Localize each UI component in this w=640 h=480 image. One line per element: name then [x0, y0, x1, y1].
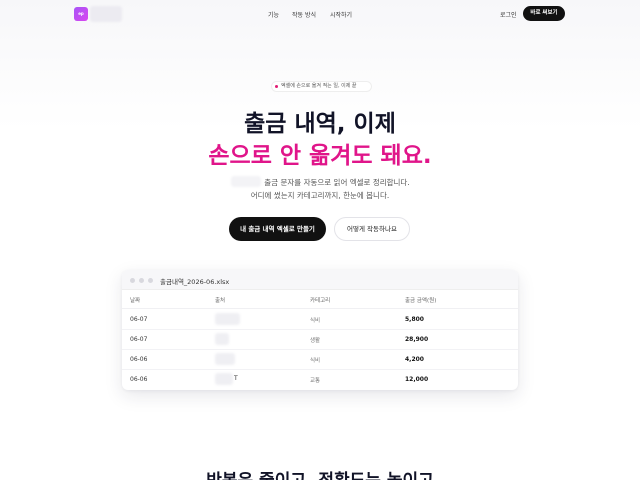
row-category: 식비 — [310, 358, 321, 364]
nav-item-how-it-works[interactable]: 작동 방식 — [292, 10, 316, 19]
hero-subtitle-line-1: 출금 문자를 자동으로 읽어 엑셀로 정리합니다. — [264, 178, 410, 187]
make-excel-button[interactable]: 내 출금 내역 엑셀로 만들기 — [229, 217, 326, 241]
row-date: 06-07 — [130, 336, 148, 343]
column-header-source: 출처 — [215, 298, 226, 304]
window-dot-icon — [148, 278, 153, 283]
redacted-source — [215, 373, 233, 385]
column-header-amount: 출금 금액(원) — [405, 298, 437, 304]
how-it-works-button[interactable]: 어떻게 작동하나요 — [334, 217, 410, 241]
row-source-tail: T — [234, 375, 238, 382]
spreadsheet-preview: 출금내역_2026-06.xlsx 날짜 출처 카테고리 출금 금액(원) 06… — [122, 270, 518, 390]
redacted-source — [215, 353, 235, 365]
row-amount: 28,900 — [405, 336, 429, 343]
nav-item-get-started[interactable]: 시작하기 — [330, 10, 352, 19]
hero-title-line-2: 손으로 안 옮겨도 돼요. — [208, 143, 432, 169]
row-category: 교통 — [310, 378, 321, 384]
row-date: 06-06 — [130, 376, 148, 383]
window-titlebar: 출금내역_2026-06.xlsx — [122, 270, 518, 290]
logo-icon[interactable]: ep — [74, 7, 88, 21]
hero-subtitle-line-2: 어디에 썼는지 카테고리까지, 한눈에 봅니다. — [250, 191, 390, 200]
row-amount: 5,800 — [405, 316, 424, 323]
hero-title-line-1: 출금 내역, 이제 — [244, 111, 396, 137]
window-dot-icon — [139, 278, 144, 283]
table-row: 06-07 식비 5,800 — [122, 310, 518, 330]
logo-wordmark-redacted[interactable] — [90, 6, 122, 22]
section-title: 반복은 줄이고, 정확도는 높이고 — [0, 466, 640, 480]
column-header-date: 날짜 — [130, 298, 141, 304]
try-now-button[interactable]: 바로 써보기 — [523, 6, 565, 21]
hero-badge-text: 엑셀에 손으로 옮겨 적는 일, 이제 끝 — [281, 83, 357, 89]
row-amount: 4,200 — [405, 356, 424, 363]
row-category: 식비 — [310, 318, 321, 324]
row-date: 06-06 — [130, 356, 148, 363]
landing-page: ep 기능 작동 방식 시작하기 로그인 바로 써보기 엑셀에 손으로 옮겨 적… — [0, 0, 640, 480]
file-name: 출금내역_2026-06.xlsx — [160, 278, 230, 286]
table-row: 06-06 식비 4,200 — [122, 350, 518, 370]
redacted-source — [215, 333, 229, 345]
row-amount: 12,000 — [405, 376, 429, 383]
table-row: 06-07 생활 28,900 — [122, 330, 518, 350]
login-link[interactable]: 로그인 — [500, 10, 517, 19]
window-dot-icon — [130, 278, 135, 283]
row-category: 생활 — [310, 338, 321, 344]
table-row: 06-06 T 교통 12,000 — [122, 370, 518, 390]
column-header-category: 카테고리 — [310, 298, 331, 304]
header-divider — [122, 308, 518, 309]
badge-dot-icon — [275, 85, 278, 88]
row-date: 06-07 — [130, 316, 148, 323]
redacted-source — [215, 313, 240, 325]
nav-item-features[interactable]: 기능 — [268, 10, 279, 19]
hero-badge: 엑셀에 손으로 옮겨 적는 일, 이제 끝 — [271, 81, 372, 92]
